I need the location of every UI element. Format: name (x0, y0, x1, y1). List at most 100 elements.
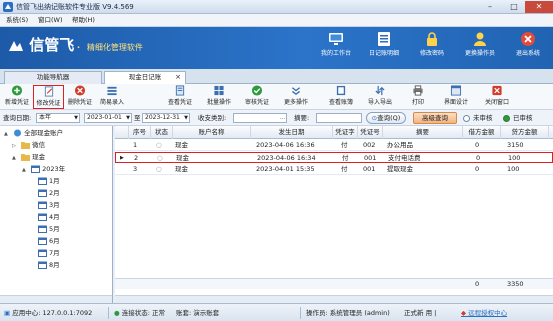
title-bar: 信管飞出纳记账软件专业版 V9.4.569 – □ ✕ (0, 0, 553, 14)
exit-system-button[interactable]: 退出系统 (504, 31, 552, 67)
type-label: 收支类别: (198, 114, 227, 122)
brand-logo-icon (9, 40, 23, 51)
delete-voucher-button[interactable]: 删除凭证 (65, 85, 95, 109)
date-label: 查询日期: (3, 114, 32, 122)
unreviewed-label: 未审核 (473, 114, 493, 122)
column-header[interactable]: 发生日期 (251, 126, 333, 139)
ellipsis-icon[interactable]: … (280, 114, 285, 122)
design-icon (450, 85, 462, 96)
expand-icon[interactable]: ▷ (12, 141, 19, 152)
interface-design-button[interactable]: 界面设计 (440, 85, 472, 109)
tree-node-month[interactable]: 5月 (38, 224, 60, 235)
brand-slogan: 精细化管理软件 (86, 43, 143, 52)
connection-status: ● 连接状态: 正常 (114, 309, 166, 317)
tab-close-icon[interactable]: × (175, 72, 181, 83)
filter-bar: 查询日期: 本年 ▼ 2023-01-01 ▼ 至 2023-12-31 ▼ 收支类别… (0, 110, 553, 126)
tree-node-month[interactable]: 1月 (38, 176, 60, 187)
remote-auth-link[interactable]: ◆ 远程授权中心 (461, 309, 507, 317)
exit-icon (521, 32, 535, 46)
table-row[interactable]: 3 ○ 现金 2023-04-01 15:35 付 001 提取现金 0 100 (115, 164, 553, 175)
ledger-icon (378, 32, 390, 46)
column-header[interactable]: 贷方金额 (501, 126, 549, 139)
account-tree: ▲ 全部现金账户 ▷ 微信 ▲ 现金 ▲ 2023年 1月 2月 3月 4月 5… (0, 126, 113, 303)
app-icon (3, 2, 13, 12)
column-header[interactable]: 序号 (129, 126, 151, 139)
tree-node-wechat[interactable]: ▷ 微信 (12, 140, 45, 151)
print-button[interactable]: 打印 (404, 85, 432, 109)
calendar-icon (38, 177, 47, 185)
unreviewed-radio[interactable] (463, 115, 470, 122)
tree-node-month[interactable]: 2月 (38, 188, 60, 199)
view-ledger-button[interactable]: 查看账簿 (325, 85, 357, 109)
review-voucher-button[interactable]: 审核凭证 (241, 85, 273, 109)
expand-icon[interactable]: ▲ (4, 129, 11, 140)
column-header[interactable]: 借方金额 (463, 126, 501, 139)
date-to-input[interactable]: 2023-12-31 ▼ (142, 113, 190, 123)
brand-name: 信管飞 (29, 36, 75, 54)
tree-node-2023[interactable]: ▲ 2023年 (22, 164, 65, 175)
minimize-button[interactable]: – (478, 1, 502, 13)
tab-navigator[interactable]: 功能导航器 (4, 71, 102, 84)
expand-icon[interactable]: ▲ (12, 153, 19, 164)
edit-voucher-button[interactable]: 修改凭证 (33, 85, 64, 109)
period-select[interactable]: 本年 ▼ (36, 113, 80, 123)
type-input[interactable]: … (233, 113, 287, 123)
user-icon (474, 32, 486, 46)
menu-system[interactable]: 系统(S) (6, 16, 28, 25)
check-icon (251, 85, 263, 96)
summary-input[interactable] (316, 113, 362, 123)
ledger-detail-button[interactable]: 日记账明细 (360, 31, 408, 67)
column-header[interactable]: 状态 (151, 126, 173, 139)
tree-node-cash[interactable]: ▲ 现金 (12, 152, 45, 163)
batch-operation-button[interactable]: 批量操作 (203, 85, 235, 109)
table-scrollbar[interactable] (115, 295, 553, 303)
summary-label: 摘要: (294, 114, 310, 122)
lock-icon (427, 32, 437, 46)
tree-scrollbar[interactable] (0, 295, 112, 303)
quick-entry-button[interactable]: 简易录入 (96, 85, 128, 109)
column-header[interactable]: 凭证字 (333, 126, 358, 139)
workbench-button[interactable]: 我的工作台 (312, 31, 360, 67)
journal-table: 序号 状态 账户名称 发生日期 凭证字 凭证号 摘要 借方金额 贷方金额 1 ○… (115, 126, 553, 303)
calendar-icon (38, 213, 47, 221)
query-button[interactable]: ⊙查询(Q) (366, 112, 406, 124)
close-button[interactable]: ✕ (525, 1, 553, 13)
view-voucher-button[interactable]: 查看凭证 (164, 85, 196, 109)
maximize-button[interactable]: □ (502, 1, 526, 13)
window-title: 信管飞出纳记账软件专业版 V9.4.569 (16, 3, 134, 11)
new-voucher-button[interactable]: 新增凭证 (2, 85, 32, 109)
chevron-down-icon: ▼ (184, 115, 188, 121)
expand-icon[interactable]: ▲ (22, 165, 29, 176)
date-from-input[interactable]: 2023-01-01 ▼ (84, 113, 132, 123)
close-window-button[interactable]: 关闭窗口 (481, 85, 513, 109)
table-row-selected[interactable]: ▶ 2 ○ 现金 2023-04-06 16:34 付 001 支付电话费 0 … (115, 152, 553, 163)
tab-cash-journal[interactable]: 现金日记账 × (104, 71, 186, 84)
tree-node-month[interactable]: 4月 (38, 212, 60, 223)
operator-status: 操作员: 系统管理员 (admin) (306, 309, 390, 317)
switch-operator-button[interactable]: 更换操作员 (456, 31, 504, 67)
change-password-button[interactable]: 修改密码 (408, 31, 456, 67)
column-header[interactable]: 凭证号 (358, 126, 383, 139)
calendar-icon (38, 237, 47, 245)
book-status: 账套: 演示账套 (176, 309, 220, 317)
import-export-button[interactable]: 导入导出 (364, 85, 396, 109)
more-operations-button[interactable]: 更多操作 (280, 85, 312, 109)
tree-node-month[interactable]: 6月 (38, 236, 60, 247)
row-pointer-icon: ▶ (120, 155, 124, 161)
list-icon (107, 86, 117, 96)
menu-help[interactable]: 帮助(H) (72, 16, 95, 25)
column-header[interactable]: 账户名称 (173, 126, 251, 139)
reviewed-radio[interactable] (503, 115, 510, 122)
menu-window[interactable]: 窗口(W) (38, 16, 63, 25)
row-indicator-header (115, 126, 129, 139)
advanced-query-button[interactable]: 高级查询 (413, 112, 457, 124)
table-row[interactable]: 1 ○ 现金 2023-04-06 16:36 付 002 办公用品 0 315… (115, 140, 553, 151)
column-header[interactable]: 摘要 (383, 126, 463, 139)
tree-node-month[interactable]: 7月 (38, 248, 60, 259)
tree-node-month[interactable]: 3月 (38, 200, 60, 211)
tree-node-all-accounts[interactable]: ▲ 全部现金账户 (4, 128, 63, 139)
folder-icon (21, 154, 31, 161)
tree-node-month[interactable]: 8月 (38, 260, 60, 271)
toolbar: 新增凭证 修改凭证 删除凭证 简易录入 查看凭证 批量操作 审核凭证 更多操作 … (0, 84, 553, 110)
plus-icon (11, 85, 23, 96)
